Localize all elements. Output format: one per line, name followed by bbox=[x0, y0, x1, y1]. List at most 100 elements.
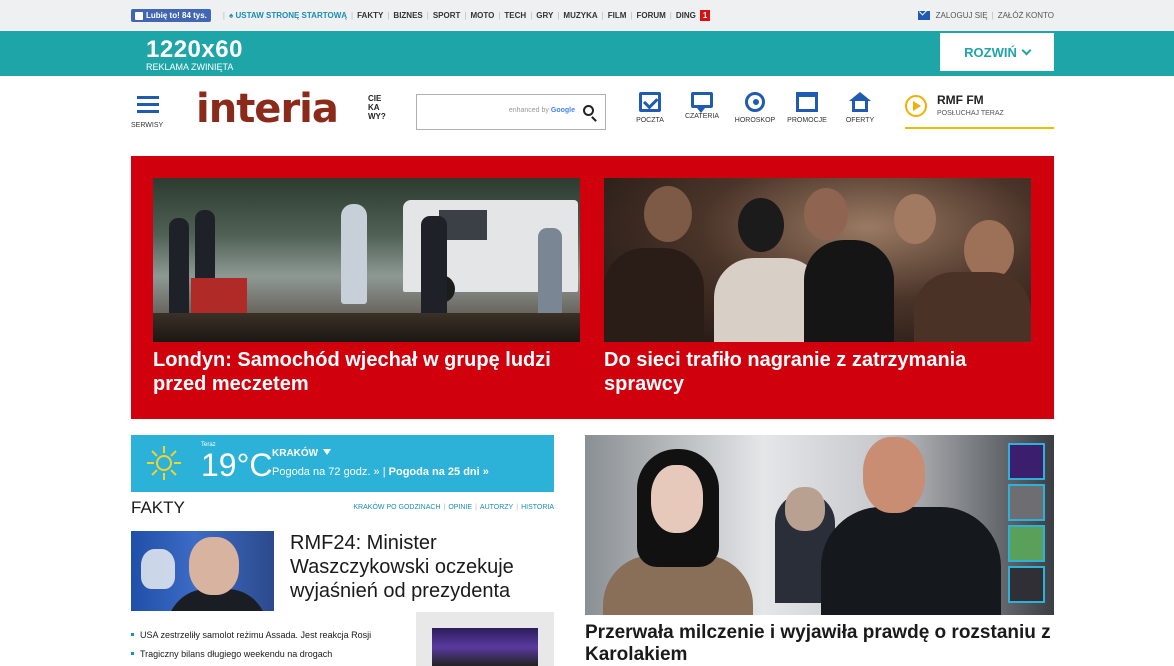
top-bar: Lubię to! 84 tys. | ♠ USTAW STRONĘ START… bbox=[0, 0, 1174, 31]
service-promocje-label: PROMOCJE bbox=[787, 117, 827, 124]
set-homepage-label: USTAW STRONĘ STARTOWĄ bbox=[235, 11, 348, 20]
photo-figure bbox=[804, 188, 848, 240]
photo-figure bbox=[189, 537, 239, 595]
sun-icon bbox=[149, 446, 179, 480]
ad-banner[interactable]: 1220x60 REKLAMA ZWINIĘTA ROZWIŃ bbox=[0, 31, 1174, 76]
top-story-london[interactable]: Londyn: Samochód wjechał w grupę ludzi p… bbox=[153, 178, 580, 408]
photo-figure bbox=[651, 465, 703, 533]
photo-figure bbox=[894, 194, 936, 244]
forecast-72h-link[interactable]: Pogoda na 72 godz. » bbox=[272, 466, 380, 478]
mail-icon bbox=[639, 92, 661, 112]
ding-count-badge: 1 bbox=[699, 10, 711, 21]
weather-widget[interactable]: Teraz 19°C KRAKÓW Pogoda na 72 godz. » |… bbox=[131, 435, 554, 492]
photo-emblem bbox=[141, 549, 175, 589]
divider: | bbox=[991, 11, 994, 20]
photo-figure bbox=[738, 198, 784, 252]
fakty-link-historia[interactable]: HISTORIA bbox=[521, 504, 554, 511]
photo-figure bbox=[341, 204, 367, 304]
divider: | bbox=[222, 11, 225, 20]
expand-ad-label: ROZWIŃ bbox=[964, 44, 1017, 60]
service-horoskop[interactable]: HOROSKOP bbox=[727, 92, 783, 134]
divider: | bbox=[557, 11, 560, 20]
radio-player[interactable]: RMF FM POSŁUCHAJ TERAZ bbox=[905, 92, 1054, 129]
play-icon[interactable] bbox=[905, 95, 927, 117]
chat-bubble-icon bbox=[691, 92, 713, 113]
fakty-link-opinie[interactable]: OPINIE bbox=[448, 504, 472, 511]
search-icon[interactable] bbox=[583, 105, 594, 116]
nav-link-ding[interactable]: DING bbox=[676, 11, 696, 20]
login-link[interactable]: ZALOGUJ SIĘ bbox=[936, 11, 988, 20]
divider: | bbox=[443, 504, 446, 511]
weather-city-label: KRAKÓW bbox=[272, 448, 319, 459]
forecast-25d-link[interactable]: Pogoda na 25 dni » bbox=[389, 466, 489, 478]
fakty-lead-title[interactable]: RMF24: Minister Waszczykowski oczekuje w… bbox=[290, 531, 554, 603]
photo-figure bbox=[964, 220, 1014, 280]
nav-link-fakty[interactable]: FAKTY bbox=[357, 11, 383, 20]
search-input[interactable]: enhanced by Google bbox=[416, 94, 606, 130]
weather-forecast-links: Pogoda na 72 godz. » | Pogoda na 25 dni … bbox=[272, 466, 489, 478]
divider: | bbox=[379, 466, 389, 478]
service-promocje[interactable]: PROMOCJE bbox=[779, 92, 835, 134]
photo-figure bbox=[914, 272, 1031, 342]
facebook-like-label: Lubię to! 84 tys. bbox=[146, 11, 207, 20]
fakty-link-autorzy[interactable]: AUTORZY bbox=[480, 504, 513, 511]
nav-link-moto[interactable]: MOTO bbox=[470, 11, 494, 20]
radio-name: RMF FM bbox=[937, 93, 984, 107]
nav-link-tech[interactable]: TECH bbox=[504, 11, 526, 20]
account-links: ZALOGUJ SIĘ | ZAŁÓŻ KONTO bbox=[917, 11, 1054, 20]
divider: | bbox=[475, 504, 477, 511]
shopping-bag-icon bbox=[796, 92, 818, 112]
service-poczta[interactable]: POCZTA bbox=[622, 92, 678, 134]
feature-thumbnail[interactable] bbox=[1008, 484, 1045, 521]
feature-thumbnail[interactable] bbox=[1008, 566, 1045, 603]
photo-figure bbox=[169, 218, 189, 328]
list-item[interactable]: Tragiczny bilans długiego weekendu na dr… bbox=[131, 645, 416, 664]
concert-thumbnail[interactable] bbox=[432, 628, 538, 666]
nav-link-film[interactable]: FILM bbox=[608, 11, 627, 20]
services-menu-button[interactable]: SERWISY bbox=[131, 94, 169, 132]
nav-link-muzyka[interactable]: MUZYKA bbox=[563, 11, 597, 20]
expand-ad-button[interactable]: ROZWIŃ bbox=[940, 33, 1054, 71]
feature-story-photo[interactable] bbox=[585, 435, 1054, 615]
feature-thumbnail[interactable] bbox=[1008, 525, 1045, 562]
bullet-icon bbox=[131, 633, 134, 636]
top-story-title[interactable]: Do sieci trafiło nagranie z zatrzymania … bbox=[604, 348, 1031, 396]
divider: | bbox=[516, 504, 519, 511]
photo-figure bbox=[785, 487, 825, 531]
nav-link-sport[interactable]: SPORT bbox=[433, 11, 461, 20]
nav-link-biznes[interactable]: BIZNES bbox=[393, 11, 422, 20]
top-story-arrest-video[interactable]: Do sieci trafiło nagranie z zatrzymania … bbox=[604, 178, 1031, 408]
photo-figure bbox=[644, 186, 692, 242]
story-photo bbox=[153, 178, 580, 342]
service-horoskop-label: HOROSKOP bbox=[734, 117, 776, 124]
fakty-section-title[interactable]: FAKTY bbox=[131, 498, 185, 518]
service-czateria-label: CZATERIA bbox=[684, 113, 720, 120]
home-icon bbox=[849, 92, 871, 112]
list-item[interactable]: USA zestrzeliły samolot reżimu Assada. J… bbox=[131, 626, 416, 645]
photo-ground bbox=[153, 313, 580, 342]
hamburger-icon bbox=[137, 96, 159, 99]
weather-temperature: 19°C bbox=[201, 447, 273, 483]
logo-wordmark: interia bbox=[196, 86, 339, 132]
service-czateria[interactable]: CZATERIA bbox=[674, 92, 730, 134]
divider: | bbox=[351, 11, 354, 20]
feature-story-title[interactable]: Przerwała milczenie i wyjawiła prawdę o … bbox=[585, 622, 1054, 666]
fakty-lead-photo[interactable] bbox=[131, 531, 274, 611]
register-link[interactable]: ZAŁÓŻ KONTO bbox=[998, 11, 1054, 20]
horoscope-icon bbox=[745, 92, 765, 112]
set-homepage-link[interactable]: ♠ USTAW STRONĘ STARTOWĄ bbox=[229, 11, 347, 20]
feature-thumbnail[interactable] bbox=[1008, 443, 1045, 480]
nav-link-gry[interactable]: GRY bbox=[536, 11, 553, 20]
top-story-title[interactable]: Londyn: Samochód wjechał w grupę ludzi p… bbox=[153, 348, 580, 396]
ad-collapsed-label: REKLAMA ZWINIĘTA bbox=[146, 62, 234, 72]
weather-city-select[interactable]: KRAKÓW bbox=[272, 448, 332, 459]
service-oferty[interactable]: OFERTY bbox=[832, 92, 888, 134]
thumbs-up-icon bbox=[135, 11, 143, 20]
fakty-link-krakow[interactable]: KRAKÓW PO GODZINACH bbox=[353, 504, 440, 511]
nav-link-forum[interactable]: FORUM bbox=[636, 11, 665, 20]
divider: | bbox=[464, 11, 467, 20]
site-logo[interactable]: interia CIE KA WY? bbox=[196, 86, 401, 132]
hamburger-icon-bar bbox=[137, 103, 159, 106]
facebook-like-button[interactable]: Lubię to! 84 tys. bbox=[131, 9, 211, 22]
fakty-section-header: FAKTY KRAKÓW PO GODZINACH | OPINIE | AUTORZY… bbox=[131, 497, 554, 519]
